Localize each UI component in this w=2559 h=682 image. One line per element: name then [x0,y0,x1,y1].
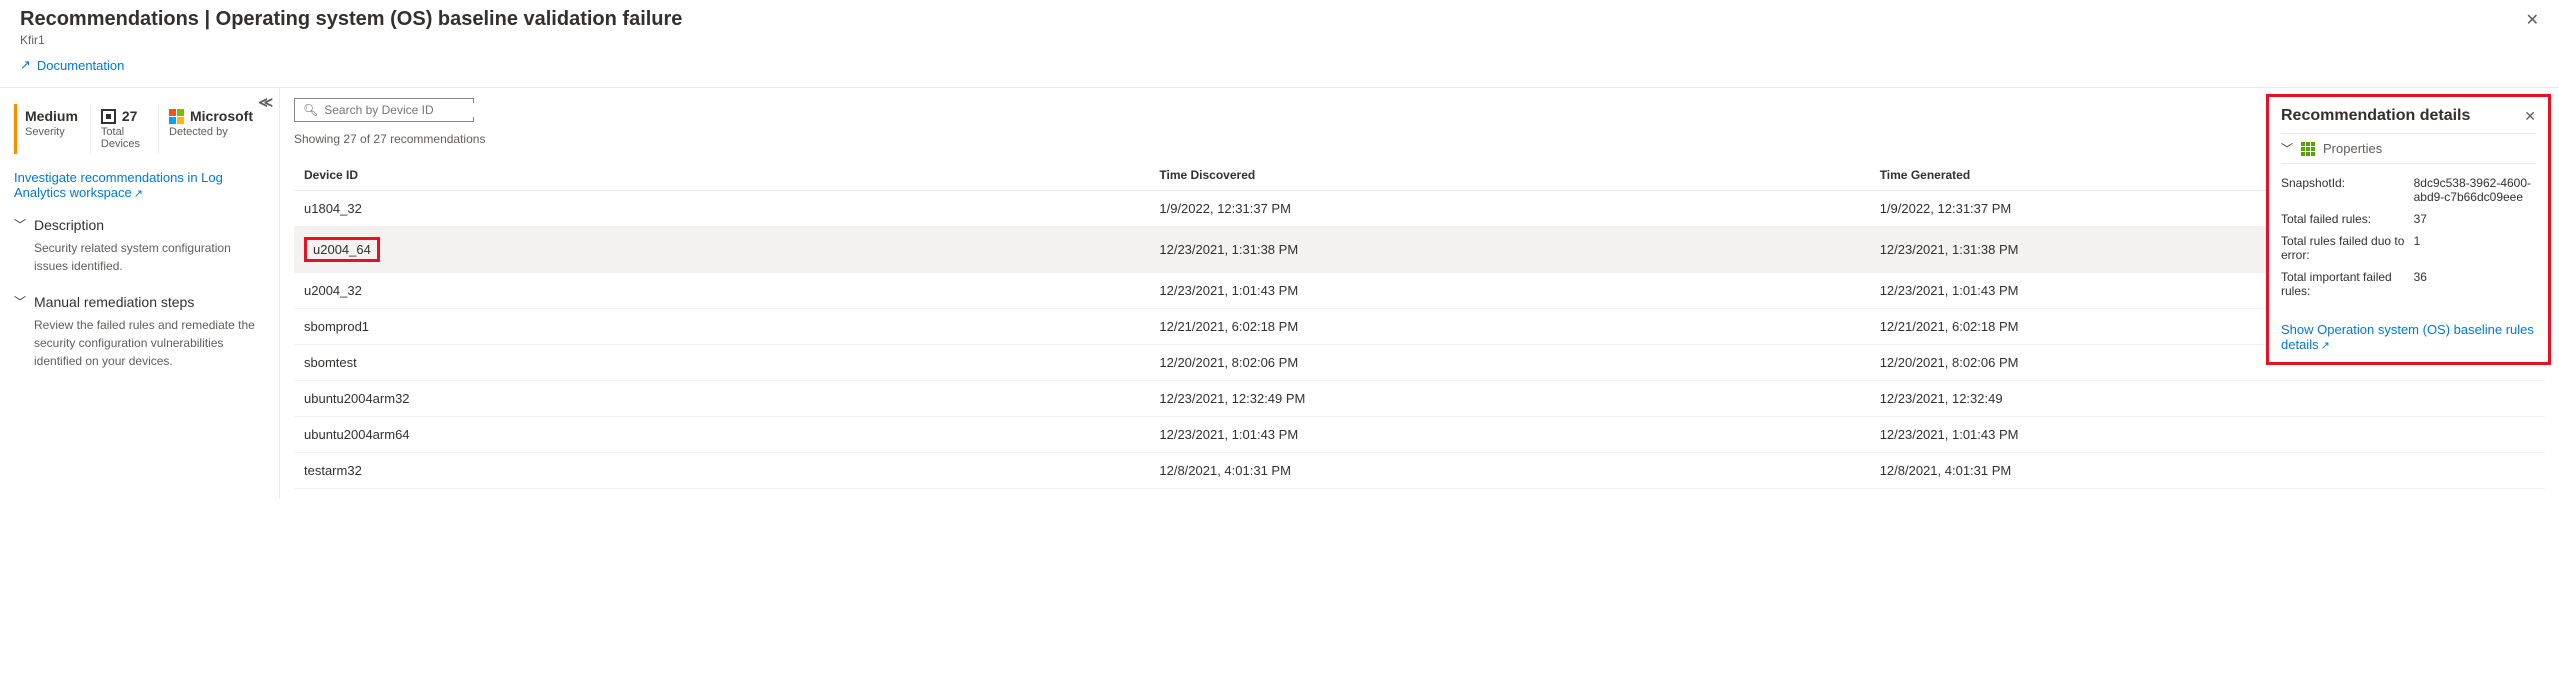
table-row[interactable]: sbomtest 12/20/2021, 8:02:06 PM 12/20/20… [294,345,2545,381]
detected-label: Detected by [169,126,253,138]
chip-icon [101,109,116,124]
documentation-label: Documentation [37,58,124,73]
property-row: SnapshotId: 8dc9c538-3962-4600-abd9-c7b6… [2281,172,2536,208]
property-key: Total important failed rules: [2281,270,2414,298]
stat-severity: Medium Severity [14,104,90,154]
property-key: SnapshotId: [2281,176,2414,204]
remediation-section: ﹀ Manual remediation steps Review the fa… [14,293,265,370]
column-device-id[interactable]: Device ID [294,160,1149,191]
table-row[interactable]: ubuntu2004arm32 12/23/2021, 12:32:49 PM … [294,381,2545,417]
external-link-icon: ↗ [20,57,31,73]
table-row[interactable]: u1804_32 1/9/2022, 12:31:37 PM 1/9/2022,… [294,191,2545,227]
properties-icon [2301,142,2315,156]
cell-discovered: 12/20/2021, 8:02:06 PM [1149,345,1869,381]
property-row: Total rules failed duo to error: 1 [2281,230,2536,266]
table-row[interactable]: testarm32 12/8/2021, 4:01:31 PM 12/8/202… [294,453,2545,489]
cell-device: ubuntu2004arm64 [294,417,1149,453]
microsoft-logo-icon [169,109,184,124]
cell-device: ubuntu2004arm32 [294,381,1149,417]
property-value: 36 [2414,270,2536,298]
close-icon[interactable]: ✕ [2526,10,2539,30]
cell-discovered: 12/21/2021, 6:02:18 PM [1149,309,1869,345]
remediation-toggle[interactable]: ﹀ Manual remediation steps [14,293,265,310]
table-row[interactable]: u2004_64 12/23/2021, 1:31:38 PM 12/23/20… [294,227,2545,273]
property-key: Total rules failed duo to error: [2281,234,2414,262]
cell-generated: 12/8/2021, 4:01:31 PM [1870,453,2545,489]
breadcrumb: Kfir1 [20,33,2539,47]
remediation-body: Review the failed rules and remediate th… [14,316,265,370]
detected-value: Microsoft [190,108,253,124]
remediation-title: Manual remediation steps [34,294,194,310]
results-count: Showing 27 of 27 recommendations [294,132,2545,146]
column-time-discovered[interactable]: Time Discovered [1149,160,1869,191]
selected-device-highlight: u2004_64 [304,237,380,262]
recommendations-table: Device ID Time Discovered Time Generated… [294,160,2545,489]
search-box[interactable]: 🔍︎ [294,98,474,122]
cell-generated: 12/23/2021, 12:32:49 [1870,381,2545,417]
show-baseline-rules-label: Show Operation system (OS) baseline rule… [2281,322,2534,352]
search-input[interactable] [324,103,479,117]
cell-device: sbomprod1 [294,309,1149,345]
documentation-bar: ↗ Documentation [0,51,2559,87]
cell-device: u2004_64 [294,227,1149,273]
details-title: Recommendation details [2281,107,2470,125]
property-value: 37 [2414,212,2536,226]
stat-total-devices: 27 Total Devices [90,104,158,154]
property-value: 8dc9c538-3962-4600-abd9-c7b66dc09eee [2414,176,2536,204]
external-link-icon: ↗ [2321,340,2330,352]
cell-generated: 12/23/2021, 1:01:43 PM [1870,417,2545,453]
description-body: Security related system configuration is… [14,239,265,275]
collapse-sidebar-button[interactable]: ≪ [258,94,273,111]
table-row[interactable]: sbomprod1 12/21/2021, 6:02:18 PM 12/21/2… [294,309,2545,345]
properties-label: Properties [2323,141,2382,156]
more-actions-button[interactable]: ··· [625,10,641,28]
close-details-button[interactable]: ✕ [2524,108,2536,125]
show-baseline-rules-link[interactable]: Show Operation system (OS) baseline rule… [2281,322,2534,352]
cell-device: u1804_32 [294,191,1149,227]
property-key: Total failed rules: [2281,212,2414,226]
page-header: Recommendations | Operating system (OS) … [0,0,2559,51]
chevron-down-icon: ﹀ [14,216,26,233]
sidebar: ≪ Medium Severity 27 Total Devices Micro… [0,88,280,499]
devices-value: 27 [122,108,138,124]
devices-label: Total Devices [101,126,146,150]
chevron-down-icon: ﹀ [2281,140,2293,157]
chevron-down-icon: ﹀ [14,293,26,310]
cell-discovered: 12/8/2021, 4:01:31 PM [1149,453,1869,489]
documentation-link[interactable]: ↗ Documentation [20,57,124,73]
cell-discovered: 12/23/2021, 12:32:49 PM [1149,381,1869,417]
cell-discovered: 12/23/2021, 1:31:38 PM [1149,227,1869,273]
cell-device: u2004_32 [294,273,1149,309]
properties-toggle[interactable]: ﹀ Properties [2281,133,2536,164]
investigate-label: Investigate recommendations in Log Analy… [14,170,223,200]
severity-label: Severity [25,126,78,138]
search-icon: 🔍︎ [303,103,318,117]
cell-discovered: 1/9/2022, 12:31:37 PM [1149,191,1869,227]
recommendation-details-panel: Recommendation details ✕ ﹀ Properties Sn… [2266,94,2551,365]
property-row: Total failed rules: 37 [2281,208,2536,230]
content-area: 🔍︎ Showing 27 of 27 recommendations Devi… [280,88,2559,499]
table-row[interactable]: ubuntu2004arm64 12/23/2021, 1:01:43 PM 1… [294,417,2545,453]
severity-value: Medium [25,108,78,124]
description-section: ﹀ Description Security related system co… [14,216,265,275]
investigate-link[interactable]: Investigate recommendations in Log Analy… [14,170,223,200]
property-value: 1 [2414,234,2536,262]
stat-detected-by: Microsoft Detected by [158,104,265,154]
property-row: Total important failed rules: 36 [2281,266,2536,302]
cell-discovered: 12/23/2021, 1:01:43 PM [1149,417,1869,453]
cell-discovered: 12/23/2021, 1:01:43 PM [1149,273,1869,309]
table-row[interactable]: u2004_32 12/23/2021, 1:01:43 PM 12/23/20… [294,273,2545,309]
stats-row: Medium Severity 27 Total Devices Microso… [14,104,265,154]
description-toggle[interactable]: ﹀ Description [14,216,265,233]
page-title: Recommendations | Operating system (OS) … [20,8,2539,31]
cell-device: testarm32 [294,453,1149,489]
external-link-icon: ↗ [134,188,143,200]
cell-device: sbomtest [294,345,1149,381]
description-title: Description [34,217,104,233]
